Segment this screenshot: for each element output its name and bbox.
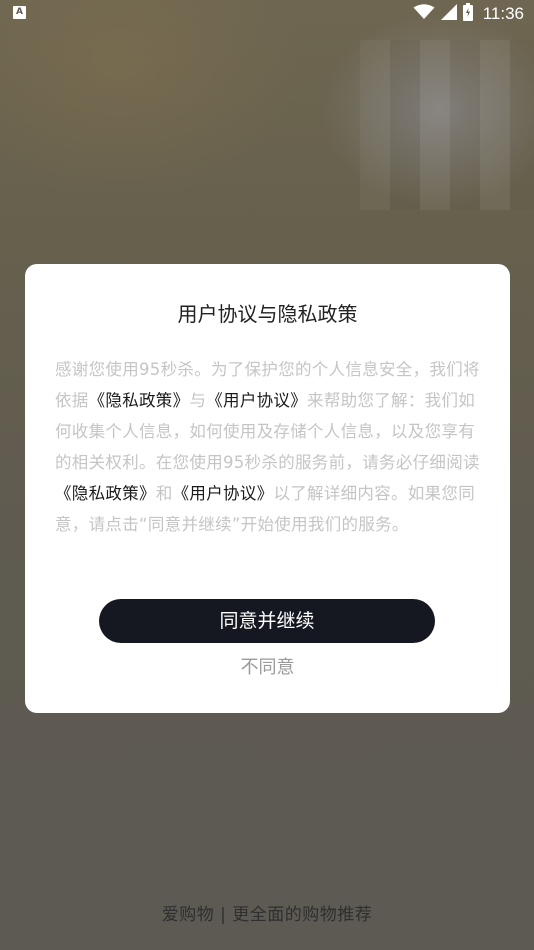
- user-agreement-link[interactable]: 《用户协议》: [173, 484, 274, 503]
- privacy-agreement-dialog: 用户协议与隐私政策 感谢您使用95秒杀。为了保护您的个人信息安全，我们将依据《隐…: [25, 264, 510, 713]
- notification-app-icon: A: [13, 6, 26, 19]
- footer-slogan: 爱购物 | 更全面的购物推荐: [161, 905, 373, 925]
- status-bar: A 11:36: [0, 0, 534, 28]
- user-agreement-link[interactable]: 《用户协议》: [206, 391, 307, 410]
- dialog-body-text: 感谢您使用95秒杀。为了保护您的个人信息安全，我们将依据《隐私政策》与《用户协议…: [55, 354, 483, 540]
- disagree-button[interactable]: 不同意: [25, 653, 510, 679]
- status-indicators: 11:36: [413, 3, 524, 25]
- agree-and-continue-button[interactable]: 同意并继续: [99, 599, 435, 643]
- body-text-segment: 和: [155, 484, 173, 503]
- dialog-title: 用户协议与隐私政策: [177, 302, 358, 326]
- body-text-segment: 与: [189, 391, 207, 410]
- privacy-policy-link[interactable]: 《隐私政策》: [89, 391, 190, 410]
- blurred-background-graphic: [360, 40, 534, 210]
- status-time: 11:36: [482, 4, 524, 23]
- battery-icon: [462, 3, 473, 25]
- signal-icon: [440, 4, 457, 24]
- privacy-policy-link[interactable]: 《隐私政策》: [55, 484, 156, 503]
- wifi-icon: [413, 4, 435, 24]
